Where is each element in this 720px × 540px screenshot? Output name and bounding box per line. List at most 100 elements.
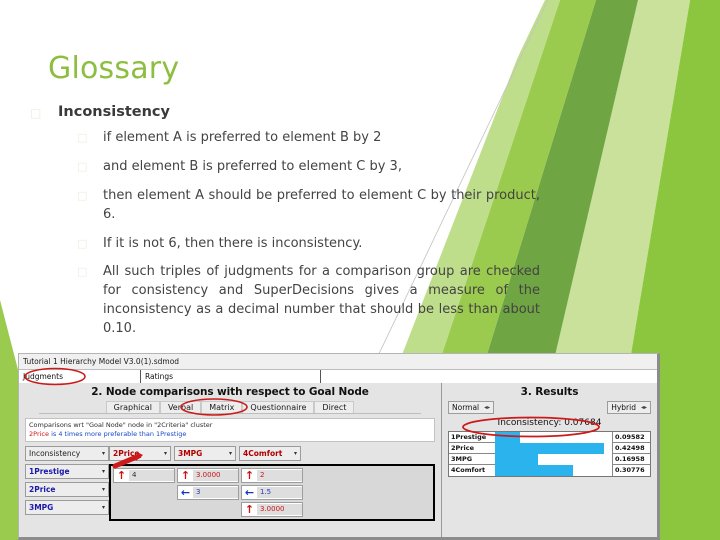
spinner-icon: ◂▸ <box>640 404 647 411</box>
bullet-text: then element A should be preferred to el… <box>103 187 540 222</box>
matrix-cell[interactable]: ← 3 <box>177 484 239 500</box>
method-tab-graphical[interactable]: Graphical <box>105 401 160 413</box>
results-row-value: 0.09582 <box>612 432 650 443</box>
matrix-cell-empty <box>113 502 175 517</box>
results-bar <box>495 465 574 476</box>
matrix-row: ↑ 3.0000 <box>113 501 431 517</box>
method-tab-questionnaire[interactable]: Questionnaire <box>242 401 315 413</box>
bullet-text: If it is not 6, then there is inconsiste… <box>103 235 363 251</box>
bullet-level2: □ if element A is preferred to element B… <box>77 129 540 148</box>
superdecisions-screenshot: Tutorial 1 Hierarchy Model V3.0(1).sdmod… <box>18 353 660 540</box>
results-label-column: 1Prestige 2Price 3MPG 4Comfort <box>449 432 495 476</box>
arrow-up-icon[interactable]: ↑ <box>178 470 193 481</box>
app-tab-row: Judgments Ratings <box>19 370 657 384</box>
matrix-cell[interactable]: ↑ 3.0000 <box>241 501 303 517</box>
row-header-1prestige[interactable]: 1Prestige ▾ <box>25 463 109 479</box>
col-header-label: 2Price <box>113 448 140 458</box>
matrix-cell-value[interactable]: 4 <box>129 469 174 481</box>
bullet-text: and element B is preferred to element C … <box>103 158 402 174</box>
results-bar-column <box>495 432 612 476</box>
col-header-label: 4Comfort <box>243 448 283 458</box>
bullet-marker-icon: □ <box>77 265 88 279</box>
normalize-select[interactable]: Normal ◂▸ <box>448 401 495 414</box>
results-pane: 3. Results Normal ◂▸ Hybrid ◂▸ Inconsist… <box>442 383 657 537</box>
chevron-down-icon: ▾ <box>228 449 232 457</box>
arrow-up-icon[interactable]: ↑ <box>242 504 257 515</box>
chevron-down-icon: ▾ <box>101 485 105 493</box>
arrow-left-icon[interactable]: ← <box>242 487 257 498</box>
chevron-down-icon: ▾ <box>293 449 297 457</box>
matrix-cell[interactable]: ← 1.5 <box>241 484 303 500</box>
matrix-cell[interactable]: ↑ 3.0000 <box>177 467 239 483</box>
comparison-note-line2: 2Price is 4 times more preferable than 1… <box>29 430 431 439</box>
matrix-cell-empty <box>177 502 239 517</box>
results-bar-row <box>495 432 612 443</box>
results-table: 1Prestige 2Price 3MPG 4Comfort 0.09582 0… <box>448 431 651 477</box>
bullet-text: Inconsistency <box>58 104 170 120</box>
results-value-column: 0.09582 0.42498 0.16958 0.30776 <box>612 432 650 476</box>
tab-ratings[interactable]: Ratings <box>141 370 321 383</box>
note-element-a: 2Price <box>29 429 49 438</box>
results-bar <box>495 454 539 465</box>
results-bar <box>495 432 520 443</box>
row-header-3mpg[interactable]: 3MPG ▾ <box>25 499 109 515</box>
note-phrase: is 4 times more preferable than <box>51 429 154 438</box>
row-header-2price[interactable]: 2Price ▾ <box>25 481 109 497</box>
page-title: Glossary <box>48 51 180 86</box>
matrix-cell-value[interactable]: 2 <box>257 469 302 481</box>
body-content: □ Inconsistency □ if element A is prefer… <box>30 103 540 349</box>
results-bar <box>495 443 604 454</box>
comparison-note: Comparisons wrt "Goal Node" node in "2Cr… <box>25 418 435 442</box>
bullet-text: All such triples of judgments for a comp… <box>103 264 540 336</box>
inconsistency-button-label: Inconsistency <box>29 448 81 458</box>
bullet-marker-icon: □ <box>77 188 88 202</box>
node-comparisons-pane: 2. Node comparisons with respect to Goal… <box>19 383 442 537</box>
arrow-up-icon[interactable]: ↑ <box>114 470 129 481</box>
bullet-level2: □ All such triples of judgments for a co… <box>77 263 540 338</box>
col-header-label: 3MPG <box>178 448 203 458</box>
mode-select-value: Hybrid <box>611 403 636 412</box>
matrix-row: ← 3 ← 1.5 <box>113 484 431 500</box>
bullet-level1: □ Inconsistency <box>30 103 540 121</box>
matrix-cell-empty <box>113 485 175 500</box>
slide-canvas: Glossary □ Inconsistency □ if element A … <box>0 0 720 540</box>
matrix-cell[interactable]: ↑ 2 <box>241 467 303 483</box>
results-row-value: 0.42498 <box>612 443 650 454</box>
matrix-cell-value[interactable]: 3.0000 <box>257 503 302 515</box>
method-tab-verbal[interactable]: Verbal <box>159 401 202 413</box>
comparison-note-line1: Comparisons wrt "Goal Node" node in "2Cr… <box>29 421 213 429</box>
results-bar-row <box>495 443 612 454</box>
inconsistency-button[interactable]: Inconsistency ▾ <box>25 445 109 461</box>
arrow-left-icon[interactable]: ← <box>178 487 193 498</box>
method-tab-matrix[interactable]: Matrix <box>201 401 243 413</box>
bullet-level2: □ If it is not 6, then there is inconsis… <box>77 235 540 254</box>
matrix-cell-value[interactable]: 1.5 <box>257 486 302 498</box>
sub-bullet-list: □ if element A is preferred to element B… <box>30 129 540 339</box>
results-row-label: 1Prestige <box>449 432 495 443</box>
inconsistency-readout: Inconsistency: 0.07684 <box>497 418 602 428</box>
arrow-up-icon[interactable]: ↑ <box>242 470 257 481</box>
chevron-down-icon: ▾ <box>163 449 167 457</box>
comparison-method-tabs: Graphical Verbal Matrix Questionnaire Di… <box>19 401 441 413</box>
method-tabs-underline <box>39 413 421 414</box>
comparison-matrix-area: Inconsistency ▾ 1Prestige ▾ 2Price ▾ 3MP… <box>25 445 435 521</box>
bullet-text: if element A is preferred to element B b… <box>103 130 382 146</box>
spinner-icon: ◂▸ <box>484 404 491 411</box>
method-tab-direct[interactable]: Direct <box>314 401 355 413</box>
matrix-cell[interactable]: ↑ 4 <box>113 467 175 483</box>
results-row-value: 0.30776 <box>612 465 650 476</box>
results-heading: 3. Results <box>520 386 579 398</box>
tab-judgments[interactable]: Judgments <box>19 370 141 383</box>
bullet-marker-icon: □ <box>77 236 88 250</box>
mode-select[interactable]: Hybrid ◂▸ <box>607 401 651 414</box>
matrix-cell-value[interactable]: 3 <box>193 486 238 498</box>
app-body: 2. Node comparisons with respect to Goal… <box>19 383 657 537</box>
col-header-2price[interactable]: 2Price ▾ <box>109 445 171 461</box>
col-header-4comfort[interactable]: 4Comfort ▾ <box>239 445 301 461</box>
row-header-label: 1Prestige <box>29 466 70 476</box>
chevron-down-icon: ▾ <box>101 449 105 457</box>
matrix-cell-value[interactable]: 3.0000 <box>193 469 238 481</box>
results-row-label: 4Comfort <box>449 465 495 476</box>
col-header-3mpg[interactable]: 3MPG ▾ <box>174 445 236 461</box>
results-row-label: 2Price <box>449 443 495 454</box>
